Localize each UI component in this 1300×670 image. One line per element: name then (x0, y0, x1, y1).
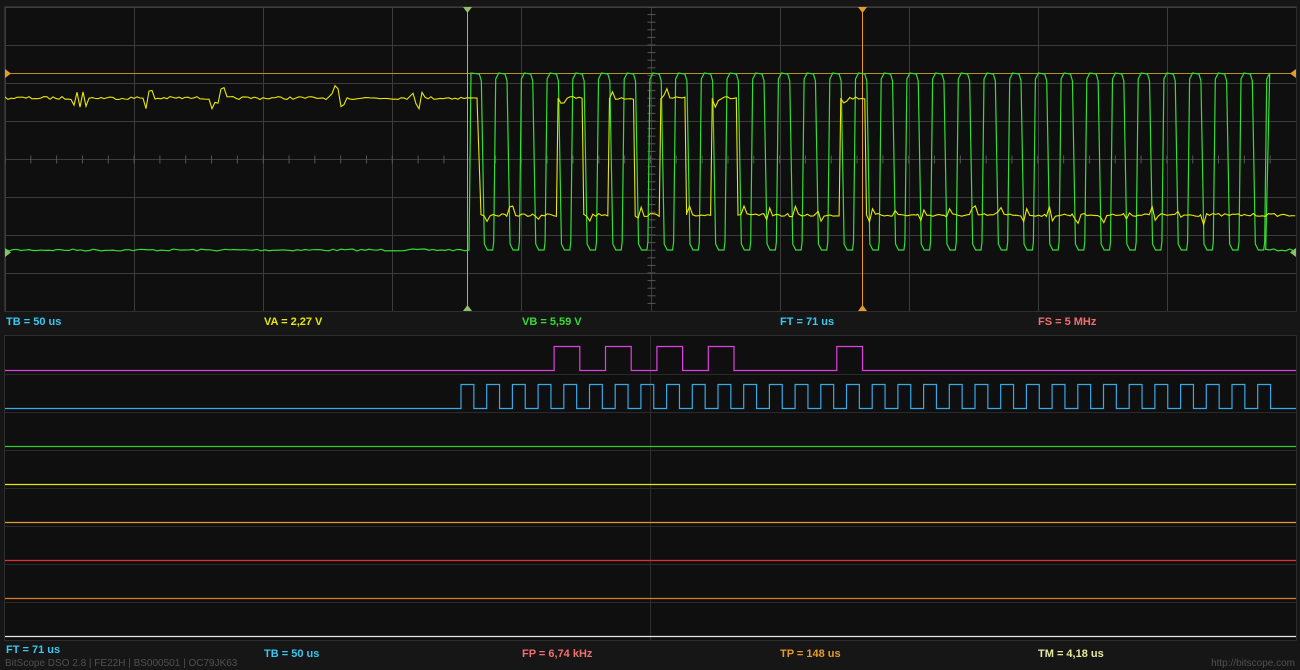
device-info-footer: BitScope DSO 2.8 | FE22H | BS000501 | OC… (5, 658, 238, 669)
frame-time-readout-logic[interactable]: FT = 71 us (6, 644, 60, 656)
logic-analyzer-display[interactable] (4, 335, 1297, 641)
oscilloscope-traces (5, 7, 1296, 311)
channel-b-trace (5, 72, 1294, 252)
oscilloscope-display[interactable] (4, 6, 1297, 312)
scope-grid (5, 7, 1296, 311)
level-marker-right (1290, 69, 1296, 78)
time-measure-readout[interactable]: TM = 4,18 us (1038, 648, 1104, 660)
frequency-readout[interactable]: FP = 6,74 kHz (522, 648, 592, 660)
channel-b-voltage-readout[interactable]: VB = 5,59 V (522, 316, 582, 328)
time-cursor-handle (858, 305, 867, 311)
level-marker-left (5, 69, 11, 78)
trigger-cursor-handle (463, 7, 472, 13)
frame-time-readout[interactable]: FT = 71 us (780, 316, 834, 328)
scope-status-bar: TB = 50 us VA = 2,27 V VB = 5,59 V FT = … (0, 313, 1300, 333)
trigger-cursor-handle (463, 305, 472, 311)
sample-rate-readout[interactable]: FS = 5 MHz (1038, 316, 1096, 328)
timebase-readout-logic[interactable]: TB = 50 us (264, 648, 319, 660)
timebase-readout[interactable]: TB = 50 us (6, 316, 61, 328)
channel-a-voltage-readout[interactable]: VA = 2,27 V (264, 316, 322, 328)
website-link[interactable]: http://bitscope.com (1211, 658, 1295, 669)
logic-traces (5, 336, 1296, 640)
period-readout[interactable]: TP = 148 us (780, 648, 841, 660)
time-cursor-handle (858, 7, 867, 13)
